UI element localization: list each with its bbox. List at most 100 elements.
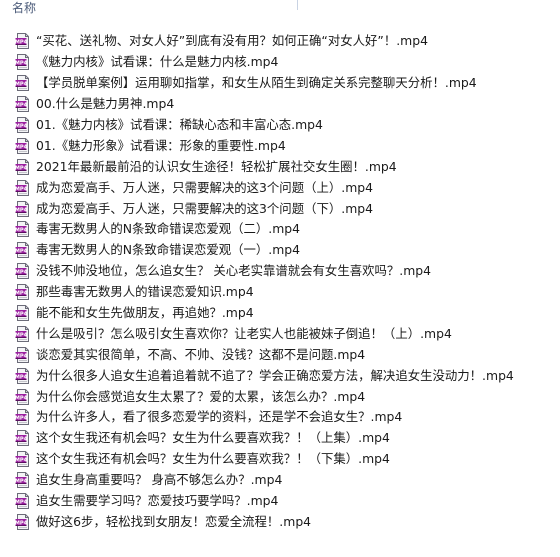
mp4-video-file-icon: MP4 — [15, 200, 31, 217]
mp4-video-file-icon: MP4 — [15, 263, 31, 280]
file-row[interactable]: MP4 那些毒害无数男人的错误恋爱知识.mp4 — [0, 282, 560, 303]
column-header: 名称 — [0, 0, 560, 22]
svg-text:MP4: MP4 — [15, 165, 28, 171]
file-row[interactable]: MP4 00.什么是魅力男神.mp4 — [0, 94, 560, 115]
svg-text:MP4: MP4 — [15, 374, 28, 380]
svg-text:MP4: MP4 — [15, 40, 28, 46]
svg-text:MP4: MP4 — [15, 437, 28, 443]
file-name: 谈恋爱其实很简单，不高、不帅、没钱？这都不是问题.mp4 — [36, 346, 366, 362]
file-name: 【学员脱单案例】运用聊如指掌，和女生从陌生到确定关系完整聊天分析！.mp4 — [36, 75, 477, 91]
mp4-video-file-icon: MP4 — [15, 346, 31, 363]
file-name: 成为恋爱高手、万人迷，只需要解决的这3个问题（下）.mp4 — [36, 200, 374, 216]
file-row[interactable]: MP4 成为恋爱高手、万人迷，只需要解决的这3个问题（上）.mp4 — [0, 177, 560, 198]
file-row[interactable]: MP4 没钱不帅没地位，怎么追女生？ 关心老实靠谱就会有女生喜欢吗？.mp4 — [0, 261, 560, 282]
file-name: 什么是吸引？怎么吸引女生喜欢你？让老实人也能被妹子倒追！（上）.mp4 — [36, 325, 452, 341]
file-row[interactable]: MP4 这个女生我还有机会吗？女生为什么要喜欢我？！（下集）.mp4 — [0, 449, 560, 470]
file-name: 为什么很多人追女生追着追着就不追了？学会正确恋爱方法，解决追女生没动力！.mp4 — [36, 367, 514, 383]
mp4-video-file-icon: MP4 — [15, 305, 31, 322]
file-row[interactable]: MP4 这个女生我还有机会吗？女生为什么要喜欢我？！（上集）.mp4 — [0, 428, 560, 449]
svg-text:MP4: MP4 — [15, 82, 28, 88]
mp4-video-file-icon: MP4 — [15, 179, 31, 196]
file-name: 为什么许多人，看了很多恋爱学的资料，还是学不会追女生？.mp4 — [36, 409, 403, 425]
mp4-video-file-icon: MP4 — [15, 137, 31, 154]
file-row[interactable]: MP4 毒害无数男人的N条致命错误恋爱观（二）.mp4 — [0, 219, 560, 240]
file-name: 《魅力内核》试看课：什么是魅力内核.mp4 — [36, 54, 279, 70]
column-separator[interactable] — [297, 0, 298, 10]
file-name: 那些毒害无数男人的错误恋爱知识.mp4 — [36, 284, 254, 300]
svg-text:MP4: MP4 — [15, 333, 28, 339]
file-name: 追女生需要学习吗？恋爱技巧要学吗？.mp4 — [36, 493, 279, 509]
svg-text:MP4: MP4 — [15, 207, 28, 213]
mp4-video-file-icon: MP4 — [15, 117, 31, 133]
mp4-video-file-icon: MP4 — [15, 513, 31, 530]
file-name: 00.什么是魅力男神.mp4 — [36, 96, 175, 112]
file-row[interactable]: MP4 2021年最新最前沿的认识女生途径！轻松扩展社交女生圈！.mp4 — [0, 156, 560, 177]
file-list: MP4 “买花、送礼物、对女人好”到底有没有用？如何正确“对女人好”！.mp4 MP… — [0, 31, 560, 532]
mp4-video-file-icon: MP4 — [15, 325, 31, 342]
mp4-video-file-icon: MP4 — [15, 221, 31, 238]
file-row[interactable]: MP4 追女生身高重要吗？ 身高不够怎么办？.mp4 — [0, 470, 560, 491]
mp4-video-file-icon: MP4 — [15, 158, 31, 175]
file-name: “买花、送礼物、对女人好”到底有没有用？如何正确“对女人好”！.mp4 — [36, 33, 428, 49]
mp4-video-file-icon: MP4 — [15, 96, 31, 113]
mp4-video-file-icon: MP4 — [15, 284, 31, 301]
file-name: 成为恋爱高手、万人迷，只需要解决的这3个问题（上）.mp4 — [36, 179, 374, 195]
file-name: 这个女生我还有机会吗？女生为什么要喜欢我？！（下集）.mp4 — [36, 451, 390, 467]
file-row[interactable]: MP4 什么是吸引？怎么吸引女生喜欢你？让老实人也能被妹子倒追！（上）.mp4 — [0, 323, 560, 344]
file-row[interactable]: MP4 “买花、送礼物、对女人好”到底有没有用？如何正确“对女人好”！.mp4 — [0, 31, 560, 52]
file-name: 做好这6步，轻松找到女朋友！恋爱全流程！.mp4 — [36, 513, 312, 529]
file-row[interactable]: MP4 谈恋爱其实很简单，不高、不帅、没钱？这都不是问题.mp4 — [0, 344, 560, 365]
file-row[interactable]: MP4 毒害无数男人的N条致命错误恋爱观（一）.mp4 — [0, 240, 560, 261]
svg-text:MP4: MP4 — [15, 124, 28, 130]
file-row[interactable]: MP4 《魅力内核》试看课：什么是魅力内核.mp4 — [0, 52, 560, 73]
svg-text:MP4: MP4 — [15, 458, 28, 464]
file-row[interactable]: MP4 01.《魅力形象》试看课：形象的重要性.mp4 — [0, 135, 560, 156]
file-row[interactable]: MP4 追女生需要学习吗？恋爱技巧要学吗？.mp4 — [0, 491, 560, 512]
file-row[interactable]: MP4 01.《魅力内核》试看课：稀缺心态和丰富心态.mp4 — [0, 115, 560, 136]
mp4-video-file-icon: MP4 — [15, 367, 31, 384]
svg-text:MP4: MP4 — [15, 291, 28, 297]
file-row[interactable]: MP4 做好这6步，轻松找到女朋友！恋爱全流程！.mp4 — [0, 511, 560, 532]
svg-text:MP4: MP4 — [15, 353, 28, 359]
svg-text:MP4: MP4 — [15, 61, 28, 67]
file-row[interactable]: MP4 成为恋爱高手、万人迷，只需要解决的这3个问题（下）.mp4 — [0, 198, 560, 219]
file-row[interactable]: MP4 为什么许多人，看了很多恋爱学的资料，还是学不会追女生？.mp4 — [0, 407, 560, 428]
svg-text:MP4: MP4 — [15, 186, 28, 192]
file-name: 能不能和女生先做朋友，再追她？.mp4 — [36, 305, 254, 321]
svg-text:MP4: MP4 — [15, 144, 28, 150]
mp4-video-file-icon: MP4 — [15, 409, 31, 426]
file-name: 01.《魅力内核》试看课：稀缺心态和丰富心态.mp4 — [36, 117, 323, 132]
svg-text:MP4: MP4 — [15, 500, 28, 506]
svg-text:MP4: MP4 — [15, 479, 28, 485]
mp4-video-file-icon: MP4 — [15, 75, 31, 92]
svg-text:MP4: MP4 — [15, 395, 28, 401]
mp4-video-file-icon: MP4 — [15, 493, 31, 510]
file-row[interactable]: MP4 为什么你会感觉追女生太累了？爱的太累，该怎么办？.mp4 — [0, 386, 560, 407]
name-column-header[interactable]: 名称 — [0, 0, 36, 15]
file-name: 追女生身高重要吗？ 身高不够怎么办？.mp4 — [36, 472, 283, 488]
file-name: 毒害无数男人的N条致命错误恋爱观（二）.mp4 — [36, 221, 301, 237]
mp4-video-file-icon: MP4 — [15, 388, 31, 405]
file-name: 2021年最新最前沿的认识女生途径！轻松扩展社交女生圈！.mp4 — [36, 158, 397, 174]
mp4-video-file-icon: MP4 — [15, 430, 31, 447]
file-name: 这个女生我还有机会吗？女生为什么要喜欢我？！（上集）.mp4 — [36, 430, 390, 446]
svg-text:MP4: MP4 — [15, 521, 28, 527]
svg-text:MP4: MP4 — [15, 312, 28, 318]
file-name: 01.《魅力形象》试看课：形象的重要性.mp4 — [36, 137, 286, 153]
mp4-video-file-icon: MP4 — [15, 472, 31, 489]
file-row[interactable]: MP4 【学员脱单案例】运用聊如指掌，和女生从陌生到确定关系完整聊天分析！.mp4 — [0, 73, 560, 94]
mp4-video-file-icon: MP4 — [15, 54, 31, 71]
svg-text:MP4: MP4 — [15, 249, 28, 255]
svg-text:MP4: MP4 — [15, 228, 28, 234]
file-name: 为什么你会感觉追女生太累了？爱的太累，该怎么办？.mp4 — [36, 388, 366, 404]
svg-text:MP4: MP4 — [15, 416, 28, 422]
file-row[interactable]: MP4 能不能和女生先做朋友，再追她？.mp4 — [0, 303, 560, 324]
file-row[interactable]: MP4 为什么很多人追女生追着追着就不追了？学会正确恋爱方法，解决追女生没动力！.… — [0, 365, 560, 386]
mp4-video-file-icon: MP4 — [15, 451, 31, 468]
file-name: 毒害无数男人的N条致命错误恋爱观（一）.mp4 — [36, 242, 301, 258]
svg-text:MP4: MP4 — [15, 270, 28, 276]
file-name: 没钱不帅没地位，怎么追女生？ 关心老实靠谱就会有女生喜欢吗？.mp4 — [36, 263, 432, 279]
mp4-video-file-icon: MP4 — [15, 242, 31, 259]
svg-text:MP4: MP4 — [15, 103, 28, 109]
mp4-video-file-icon: MP4 — [15, 33, 31, 50]
